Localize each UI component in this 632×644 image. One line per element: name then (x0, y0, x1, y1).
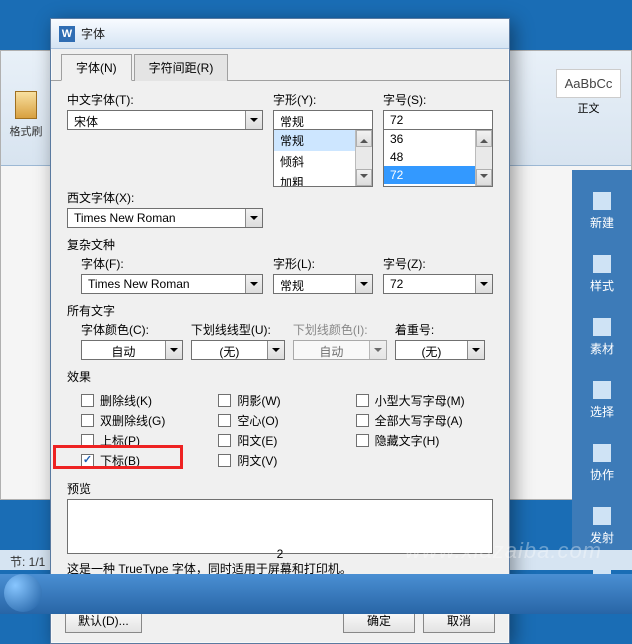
chevron-down-icon[interactable] (245, 111, 262, 129)
effects-header: 效果 (67, 368, 493, 385)
cn-size-list[interactable]: 36 48 72 (383, 130, 493, 187)
chevron-down-icon (369, 341, 386, 359)
list-item[interactable]: 倾斜 (274, 151, 355, 172)
chevron-down-icon[interactable] (355, 275, 372, 293)
color-label: 字体颜色(C): (81, 321, 183, 338)
side-item-collab[interactable]: 协作 (572, 432, 632, 495)
cn-font-combo[interactable]: 宋体 (67, 110, 263, 130)
emphasis-label: 着重号: (395, 321, 485, 338)
chk-strikethrough[interactable]: 删除线(K) (81, 392, 218, 409)
complex-size-label: 字号(Z): (383, 255, 493, 272)
cn-size-input[interactable]: 72 (383, 110, 493, 130)
underline-combo[interactable]: (无) (191, 340, 285, 360)
style-sample[interactable]: AaBbCc (556, 69, 621, 98)
file-icon (593, 192, 611, 210)
west-font-combo[interactable]: Times New Roman (67, 208, 263, 228)
taskbar[interactable] (0, 574, 632, 614)
format-brush-icon[interactable] (15, 91, 37, 119)
complex-style-combo[interactable]: 常规 (273, 274, 373, 294)
scrollbar[interactable] (355, 130, 372, 186)
dialog-title: 字体 (81, 25, 105, 42)
side-item-material[interactable]: 素材 (572, 306, 632, 369)
chk-superscript[interactable]: 上标(P) (81, 432, 218, 449)
list-item[interactable]: 48 (384, 148, 475, 166)
side-item-style[interactable]: 样式 (572, 243, 632, 306)
chk-hidden[interactable]: 隐藏文字(H) (356, 432, 493, 449)
tab-font[interactable]: 字体(N) (61, 54, 132, 81)
complex-size-combo[interactable]: 72 (383, 274, 493, 294)
app-icon: W (59, 26, 75, 42)
list-item[interactable]: 加粗 (274, 172, 355, 187)
select-icon (593, 381, 611, 399)
alltext-header: 所有文字 (67, 302, 493, 319)
chevron-down-icon[interactable] (267, 341, 284, 359)
chevron-down-icon[interactable] (245, 275, 262, 293)
chevron-down-icon[interactable] (475, 275, 492, 293)
side-item-select[interactable]: 选择 (572, 369, 632, 432)
cn-style-label: 字形(Y): (273, 91, 373, 108)
complex-font-combo[interactable]: Times New Roman (81, 274, 263, 294)
titlebar[interactable]: W 字体 (51, 19, 509, 49)
format-brush-label: 格式刷 (5, 123, 47, 139)
side-item-new[interactable]: 新建 (572, 180, 632, 243)
style-icon (593, 255, 611, 273)
scroll-up-icon[interactable] (476, 130, 492, 147)
color-combo[interactable]: 自动 (81, 340, 183, 360)
chk-outline[interactable]: 空心(O) (218, 412, 355, 429)
list-item[interactable]: 72 (384, 166, 475, 184)
tabstrip: 字体(N) 字符间距(R) (51, 49, 509, 81)
complex-font-label: 字体(F): (81, 255, 263, 272)
start-button[interactable] (4, 574, 42, 612)
chk-emboss[interactable]: 阳文(E) (218, 432, 355, 449)
underline-label: 下划线线型(U): (191, 321, 285, 338)
chk-engrave[interactable]: 阴文(V) (218, 452, 355, 469)
material-icon (593, 318, 611, 336)
cn-font-label: 中文字体(T): (67, 91, 263, 108)
complex-header: 复杂文种 (67, 236, 493, 253)
list-item[interactable]: 常规 (274, 130, 355, 151)
chevron-down-icon[interactable] (165, 341, 182, 359)
chk-smallcaps[interactable]: 小型大写字母(M) (356, 392, 493, 409)
west-font-label: 西文字体(X): (67, 189, 263, 206)
complex-style-label: 字形(L): (273, 255, 373, 272)
list-item[interactable]: 36 (384, 130, 475, 148)
scroll-down-icon[interactable] (356, 169, 372, 186)
chk-allcaps[interactable]: 全部大写字母(A) (356, 412, 493, 429)
chk-double-strike[interactable]: 双删除线(G) (81, 412, 218, 429)
cn-size-label: 字号(S): (383, 91, 493, 108)
ulcolor-combo: 自动 (293, 340, 387, 360)
scrollbar[interactable] (475, 130, 492, 186)
watermark: www.xiazaiba.com (405, 538, 602, 564)
chk-subscript[interactable]: 下标(B) (81, 452, 218, 469)
chk-shadow[interactable]: 阴影(W) (218, 392, 355, 409)
tab-char-spacing[interactable]: 字符间距(R) (134, 54, 229, 81)
preview-header: 预览 (67, 480, 493, 497)
ulcolor-label: 下划线颜色(I): (293, 321, 387, 338)
chevron-down-icon[interactable] (467, 341, 484, 359)
launch-icon (593, 507, 611, 525)
collab-icon (593, 444, 611, 462)
scroll-down-icon[interactable] (476, 169, 492, 186)
chevron-down-icon[interactable] (245, 209, 262, 227)
emphasis-combo[interactable]: (无) (395, 340, 485, 360)
cn-style-input[interactable]: 常规 (273, 110, 373, 130)
cn-style-list[interactable]: 常规 倾斜 加粗 (273, 130, 373, 187)
scroll-up-icon[interactable] (356, 130, 372, 147)
style-label: 正文 (556, 100, 621, 116)
side-panel: 新建 样式 素材 选择 协作 发射 备份 (572, 170, 632, 550)
